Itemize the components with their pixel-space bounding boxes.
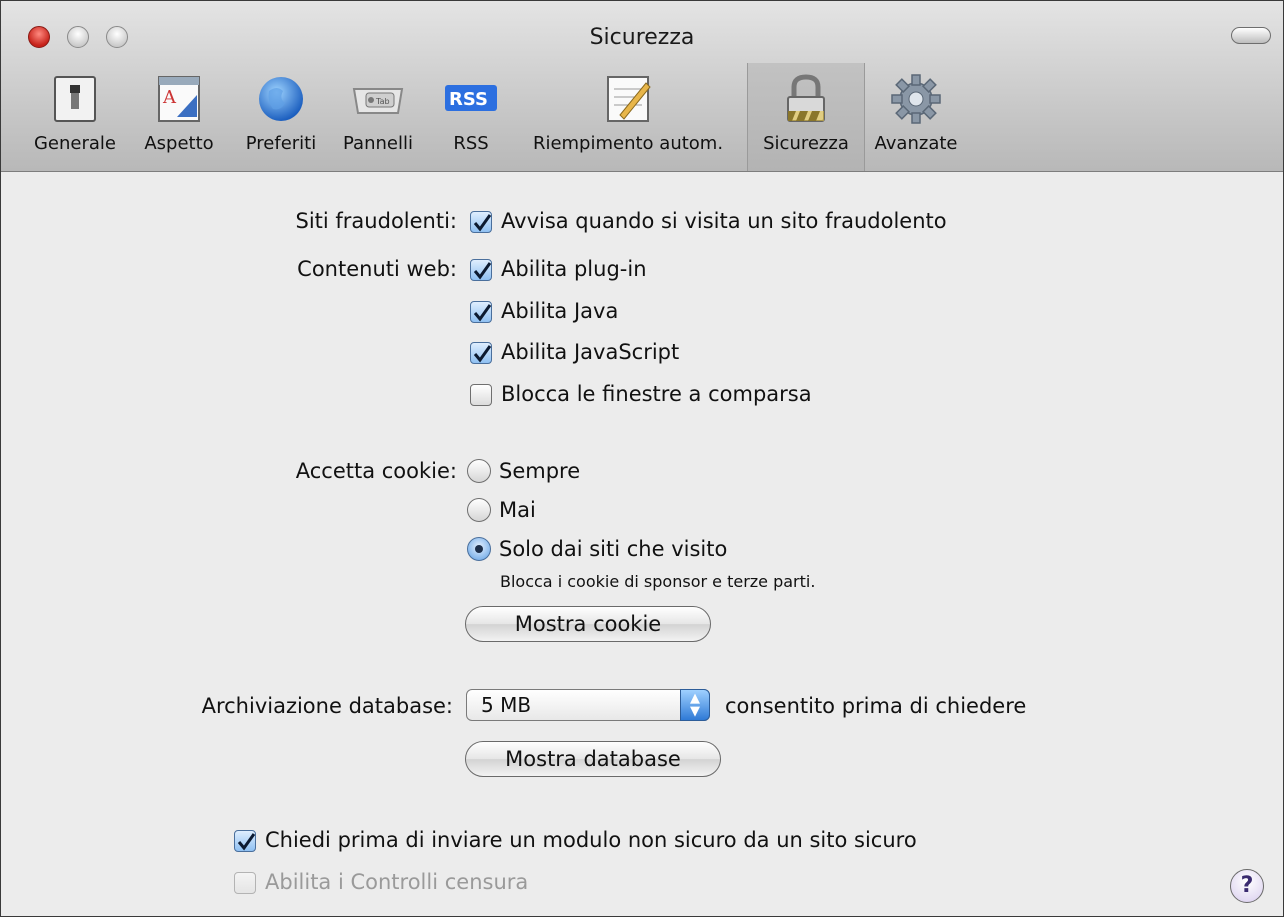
enable-plugins-checkbox[interactable] <box>470 259 492 281</box>
fraud-label: Siti fraudolenti: <box>295 209 458 233</box>
cookies-label: Accetta cookie: <box>295 459 457 483</box>
checkmark-icon <box>237 833 256 851</box>
help-button[interactable]: ? <box>1230 869 1264 903</box>
stepper-arrows-icon: ▲ ▼ <box>680 689 710 721</box>
parental-controls-label: Abilita i Controlli censura <box>265 870 529 894</box>
tab-label: Sicurezza <box>763 133 849 154</box>
lock-icon <box>787 74 825 122</box>
show-databases-button[interactable]: Mostra database <box>465 741 721 777</box>
parental-controls-checkbox <box>234 872 256 894</box>
enable-java-checkbox[interactable] <box>470 301 492 323</box>
gear-icon <box>891 74 941 124</box>
form-warning-label: Chiedi prima di inviare un modulo non si… <box>265 828 917 852</box>
svg-text:Tab: Tab <box>375 97 390 106</box>
svg-text:A: A <box>162 87 177 108</box>
tab-label: RSS <box>453 133 489 154</box>
checkmark-icon <box>473 214 492 232</box>
tab-pannelli[interactable]: Tab Pannelli <box>335 63 421 171</box>
tab-aspetto[interactable]: A Aspetto <box>131 63 227 171</box>
database-suffix: consentito prima di chiedere <box>725 694 1027 718</box>
checkmark-icon <box>473 345 492 363</box>
globe-icon <box>259 77 303 121</box>
form-warning-checkbox[interactable] <box>234 830 256 852</box>
enable-java-label: Abilita Java <box>501 299 619 323</box>
preferences-window: Sicurezza Generale A Aspetto Preferiti T… <box>0 0 1284 917</box>
tab-generale[interactable]: Generale <box>23 63 127 171</box>
fraud-warning-label: Avvisa quando si visita un sito fraudole… <box>501 209 947 233</box>
preferences-toolbar: Generale A Aspetto Preferiti Tab Pannell… <box>1 63 1283 171</box>
enable-plugins-label: Abilita plug-in <box>501 257 647 281</box>
window-chrome: Sicurezza Generale A Aspetto Preferiti T… <box>1 1 1283 172</box>
window-title: Sicurezza <box>589 25 695 50</box>
show-cookies-button[interactable]: Mostra cookie <box>465 606 711 642</box>
database-size-value: 5 MB <box>481 693 532 717</box>
database-label: Archiviazione database: <box>201 694 453 718</box>
switch-icon <box>54 76 96 122</box>
tab-sicurezza[interactable]: Sicurezza <box>747 63 865 171</box>
tab-riempimento-autom[interactable]: Riempimento autom. <box>515 63 741 171</box>
svg-text:RSS: RSS <box>449 89 488 110</box>
appearance-icon: A <box>158 76 200 122</box>
enable-javascript-label: Abilita JavaScript <box>501 340 680 364</box>
tab-avanzate[interactable]: Avanzate <box>867 63 965 171</box>
cookies-note: Blocca i cookie di sponsor e terze parti… <box>500 572 816 591</box>
database-size-select[interactable]: 5 MB ▲ ▼ <box>466 689 710 721</box>
fraud-warning-checkbox[interactable] <box>470 211 492 233</box>
tab-label: Pannelli <box>343 133 413 154</box>
title-bar: Sicurezza <box>1 1 1283 57</box>
tab-icon: Tab <box>352 88 404 114</box>
cookies-never-label: Mai <box>499 498 536 522</box>
cookies-visited-only-radio[interactable] <box>467 537 491 561</box>
tab-label: Preferiti <box>245 133 317 154</box>
cookies-always-radio[interactable] <box>467 459 491 483</box>
block-popups-label: Blocca le finestre a comparsa <box>501 382 812 406</box>
cookies-never-radio[interactable] <box>467 498 491 522</box>
tab-label: Generale <box>33 133 116 154</box>
cookies-visited-only-label: Solo dai siti che visito <box>499 537 728 561</box>
tab-rss[interactable]: RSS RSS <box>433 63 509 171</box>
autofill-icon <box>607 76 651 122</box>
tab-label: Avanzate <box>874 133 958 154</box>
tab-label: Riempimento autom. <box>532 133 724 154</box>
tab-label: Aspetto <box>144 133 214 154</box>
cookies-always-label: Sempre <box>499 459 581 483</box>
web-content-label: Contenuti web: <box>297 257 457 281</box>
checkmark-icon <box>473 262 492 280</box>
toolbar-toggle-button[interactable] <box>1231 27 1271 44</box>
tab-preferiti[interactable]: Preferiti <box>233 63 329 171</box>
rss-icon: RSS <box>445 85 497 111</box>
checkmark-icon <box>473 304 492 322</box>
block-popups-checkbox[interactable] <box>470 384 492 406</box>
security-pane: Siti fraudolenti: Avvisa quando si visit… <box>1 172 1283 916</box>
enable-javascript-checkbox[interactable] <box>470 342 492 364</box>
